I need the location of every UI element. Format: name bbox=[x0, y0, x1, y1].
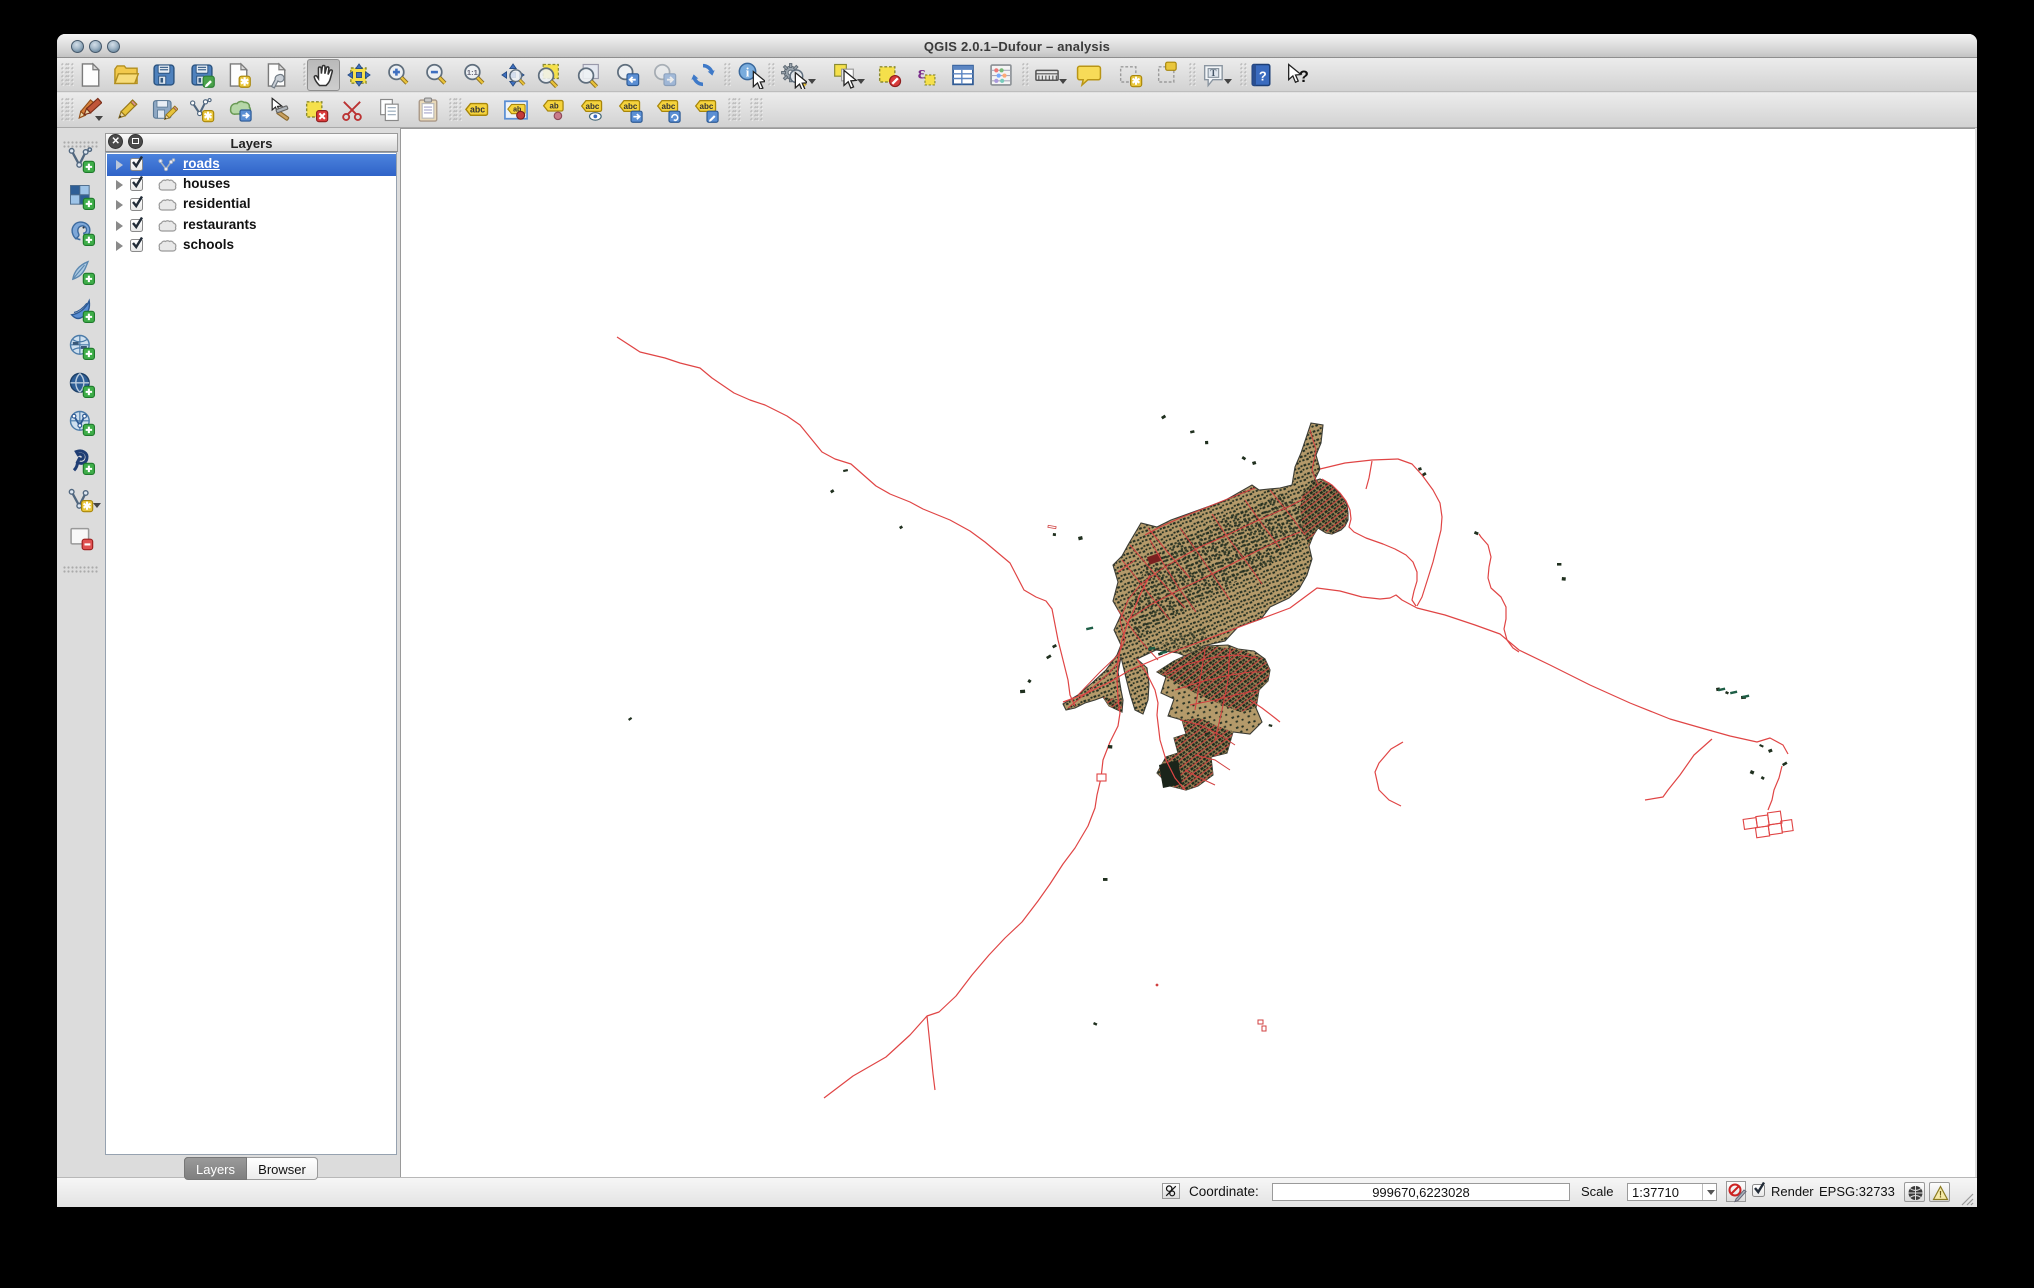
svg-text:abc: abc bbox=[585, 102, 599, 111]
svg-text:!: ! bbox=[1939, 1190, 1942, 1200]
svg-text:i: i bbox=[746, 66, 750, 80]
svg-text:ε: ε bbox=[918, 63, 926, 83]
svg-text:abc: abc bbox=[699, 102, 713, 111]
svg-text:✱: ✱ bbox=[204, 110, 213, 122]
svg-text:1:1: 1:1 bbox=[467, 68, 478, 77]
svg-text:ab: ab bbox=[550, 102, 559, 111]
svg-text:?: ? bbox=[1259, 68, 1267, 83]
svg-text:abc: abc bbox=[623, 102, 637, 111]
svg-text:abc: abc bbox=[661, 102, 675, 111]
svg-text:T: T bbox=[1210, 69, 1217, 79]
svg-text:?: ? bbox=[1299, 68, 1309, 86]
svg-text:✱: ✱ bbox=[1132, 75, 1141, 87]
svg-text:✱: ✱ bbox=[240, 76, 249, 88]
svg-text:✱: ✱ bbox=[83, 500, 92, 512]
svg-text:abc: abc bbox=[470, 105, 485, 115]
